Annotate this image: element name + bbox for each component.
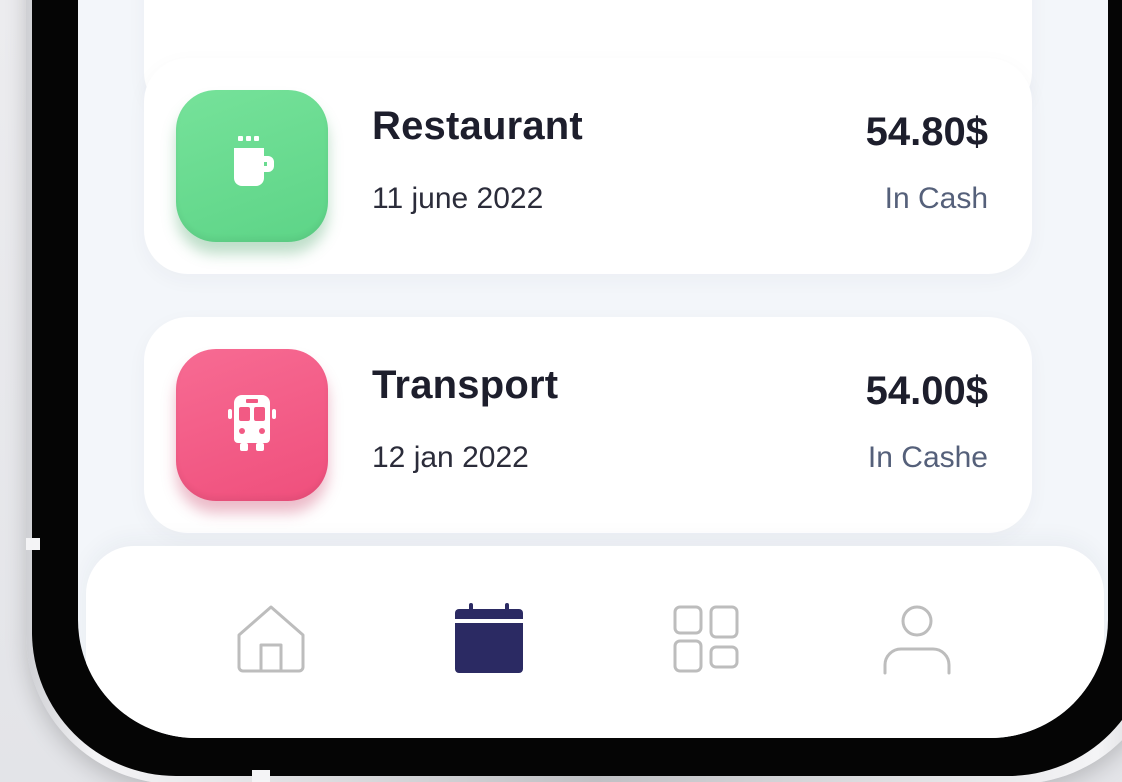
transaction-date: 12 jan 2022: [372, 441, 529, 474]
nav-profile-button[interactable]: [874, 596, 960, 682]
payment-method: In Cash: [884, 182, 988, 215]
home-icon: [237, 605, 305, 673]
calendar-icon: [455, 603, 523, 673]
transaction-amount: 54.00$: [865, 369, 988, 413]
coffee-cup-icon: [234, 136, 274, 186]
grid-icon: [673, 605, 739, 673]
frame-notch: [252, 770, 270, 782]
profile-icon: [883, 605, 951, 675]
category-icon-restaurant: [176, 90, 328, 242]
transaction-card-transport[interactable]: Transport 12 jan 2022 54.00$ In Cashe: [144, 317, 1032, 533]
transaction-amount: 54.80$: [865, 110, 988, 154]
bottom-nav: [86, 546, 1104, 738]
nav-calendar-button[interactable]: [446, 596, 532, 682]
nav-grid-button[interactable]: [664, 596, 750, 682]
frame-notch: [26, 538, 40, 550]
phone-mockup: Restaurant 11 june 2022 54.80$ In Cash T…: [0, 0, 1122, 782]
transaction-date: 11 june 2022: [372, 182, 544, 215]
category-title: Restaurant: [372, 104, 583, 148]
category-title: Transport: [372, 363, 559, 407]
payment-method: In Cashe: [867, 441, 988, 474]
app-screen: Restaurant 11 june 2022 54.80$ In Cash T…: [78, 0, 1108, 738]
category-icon-transport: [176, 349, 328, 501]
nav-home-button[interactable]: [228, 596, 314, 682]
bus-icon: [228, 395, 276, 451]
transaction-card-restaurant[interactable]: Restaurant 11 june 2022 54.80$ In Cash: [144, 58, 1032, 274]
